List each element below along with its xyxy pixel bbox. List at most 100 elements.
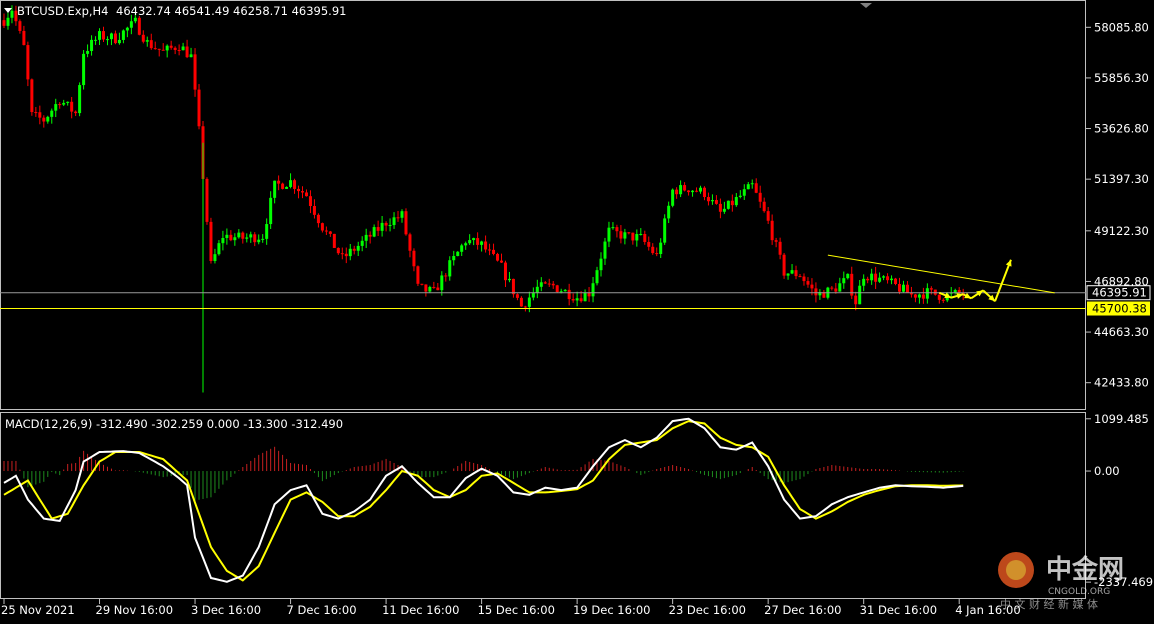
candle-body <box>484 241 488 250</box>
candle-body <box>117 39 121 44</box>
candle-body <box>392 217 396 226</box>
candle-body <box>675 189 679 195</box>
candle-body <box>368 234 372 237</box>
candle-body <box>599 258 603 271</box>
candle-body <box>424 284 428 292</box>
candle-body <box>555 285 559 293</box>
candle-body <box>480 241 484 245</box>
candle-body <box>762 201 766 212</box>
candle-body <box>742 189 746 196</box>
candle-body <box>153 48 157 50</box>
candle-body <box>444 275 448 277</box>
candle-body <box>671 189 675 206</box>
candle-body <box>213 254 217 261</box>
candle-body <box>659 242 663 254</box>
candle-body <box>229 234 233 241</box>
candle-body <box>575 298 579 301</box>
candle-body <box>866 278 870 281</box>
candle-body <box>846 273 850 279</box>
macd-label: MACD(12,26,9) -312.490 -302.259 0.000 -1… <box>5 417 343 431</box>
time-tick-label: 29 Nov 16:00 <box>96 603 174 617</box>
candle-body <box>253 234 257 243</box>
candle-body <box>714 200 718 204</box>
candle-body <box>726 200 730 209</box>
candle-body <box>113 33 117 44</box>
price-tick-label: 58085.80 <box>1094 20 1149 34</box>
candle-body <box>901 284 905 292</box>
candle-body <box>456 251 460 256</box>
candle-body <box>655 253 659 255</box>
candle-body <box>894 278 898 284</box>
candle-body <box>18 21 22 31</box>
candle-body <box>245 237 249 239</box>
candle-body <box>388 225 392 227</box>
candle-body <box>527 297 531 307</box>
candle-body <box>105 39 109 41</box>
candle-body <box>531 292 535 298</box>
candle-body <box>273 180 277 198</box>
candle-body <box>770 220 774 241</box>
candle-body <box>802 276 806 282</box>
candle-body <box>746 184 750 190</box>
candle-body <box>145 40 149 42</box>
candle-body <box>890 278 894 281</box>
candle-body <box>607 227 611 242</box>
candle-body <box>476 238 480 245</box>
chart-window[interactable]: 58085.80 55856.30 53626.80 51397.30 49122.30… <box>0 0 1154 620</box>
candle-body <box>2 20 6 26</box>
candle-body <box>340 253 344 255</box>
candle-body <box>886 276 890 281</box>
candle-body <box>623 232 627 239</box>
candle-body <box>854 295 858 305</box>
candle-body <box>921 294 925 299</box>
candle-body <box>237 232 241 238</box>
candle-body <box>738 195 742 198</box>
candle-body <box>269 197 273 225</box>
candle-body <box>710 200 714 202</box>
candle-body <box>432 286 436 288</box>
candle-body <box>177 49 181 51</box>
time-tick-label: 23 Dec 16:00 <box>669 603 746 617</box>
candle-body <box>412 250 416 267</box>
candle-body <box>46 116 50 122</box>
candle-body <box>647 241 651 247</box>
watermark-logo-inner <box>1006 560 1026 580</box>
candle-body <box>66 101 70 103</box>
watermark-tagline: 中 文 财 经 新 媒 体 <box>1000 597 1098 611</box>
candle-body <box>452 255 456 261</box>
candle-body <box>488 249 492 251</box>
candle-body <box>882 276 886 278</box>
candle-body <box>523 306 527 308</box>
time-tick-label: 31 Dec 16:00 <box>860 603 937 617</box>
candle-body <box>794 270 798 277</box>
candle-body <box>563 289 567 292</box>
candle-body <box>157 48 161 50</box>
candle-body <box>30 79 34 113</box>
candle-body <box>400 211 404 218</box>
macd-tick-label: 0.00 <box>1094 464 1120 478</box>
candle-body <box>699 187 702 192</box>
candle-body <box>129 21 133 28</box>
candle-body <box>408 234 412 251</box>
candle-body <box>898 283 901 292</box>
candle-body <box>22 30 26 46</box>
watermark-url: CNGOLD.ORG <box>1048 587 1110 597</box>
candle-body <box>86 51 90 54</box>
price-tick-label: 55856.30 <box>1094 71 1149 85</box>
price-chart[interactable]: 58085.80 55856.30 53626.80 51397.30 49122.30… <box>0 0 1154 620</box>
candle-body <box>10 10 14 18</box>
candle-body <box>702 187 706 198</box>
candle-body <box>440 275 444 291</box>
time-tick-label: 25 Nov 2021 <box>1 603 75 617</box>
candle-body <box>953 290 957 293</box>
candle-body <box>615 227 619 232</box>
candle-body <box>336 247 340 254</box>
candle-body <box>185 46 189 58</box>
candle-body <box>515 294 519 298</box>
candle-body <box>913 294 917 298</box>
candle-body <box>316 214 320 224</box>
time-tick-label: 19 Dec 16:00 <box>573 603 650 617</box>
candle-body <box>448 260 452 277</box>
candle-body <box>758 192 762 202</box>
candle-body <box>281 183 285 189</box>
